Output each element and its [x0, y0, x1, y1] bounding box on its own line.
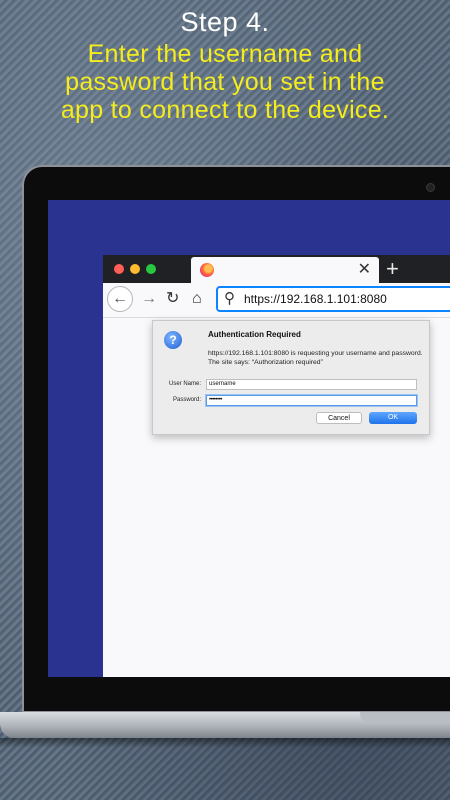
step-title: Step 4.	[180, 7, 270, 37]
ok-button[interactable]: OK	[369, 412, 417, 424]
laptop-base-notch	[360, 712, 450, 722]
authentication-dialog: ? Authentication Required https://192.16…	[152, 320, 430, 435]
dialog-message: https://192.168.1.101:8080 is requesting…	[208, 350, 423, 366]
close-window-button[interactable]	[114, 264, 124, 274]
username-field[interactable]: username	[206, 379, 417, 390]
username-label: User Name:	[168, 381, 201, 387]
dialog-title: Authentication Required	[208, 330, 301, 339]
url-text[interactable]: https://192.168.1.101:8080	[244, 291, 387, 307]
instruction-text: Enter the username and password that you…	[0, 40, 450, 124]
instruction-line-3: app to connect to the device.	[60, 96, 390, 124]
browser-tab[interactable]: ✕	[191, 257, 379, 283]
navigation-bar: ← → ↻ ⌂ ⚲ https://192.168.1.101:8080	[103, 283, 450, 318]
address-bar[interactable]: ⚲ https://192.168.1.101:8080	[216, 286, 450, 312]
search-icon: ⚲	[224, 290, 235, 307]
new-tab-icon[interactable]: +	[386, 256, 399, 282]
instruction-header: Step 4. Enter the username and password …	[0, 6, 450, 124]
reload-icon[interactable]: ↻	[166, 287, 179, 311]
question-icon: ?	[164, 331, 182, 349]
firefox-icon	[200, 263, 214, 277]
home-icon[interactable]: ⌂	[192, 287, 202, 311]
password-label: Password:	[172, 397, 201, 403]
browser-window: ✕ + ← → ↻ ⌂ ⚲ https://192.168.1.101:8080	[103, 255, 450, 677]
back-icon[interactable]: ←	[107, 286, 133, 312]
forward-icon[interactable]: →	[141, 287, 157, 311]
tab-close-icon[interactable]: ✕	[358, 260, 371, 280]
tab-bar: ✕ +	[103, 255, 450, 283]
maximize-window-button[interactable]	[146, 264, 156, 274]
password-field[interactable]: ••••••••	[206, 395, 417, 406]
cancel-button[interactable]: Cancel	[316, 412, 362, 424]
instruction-line-2: password that you set in the	[65, 68, 385, 96]
instruction-line-1: Enter the username and	[87, 40, 363, 68]
laptop-shadow	[0, 738, 450, 748]
camera-icon	[426, 183, 435, 192]
minimize-window-button[interactable]	[130, 264, 140, 274]
